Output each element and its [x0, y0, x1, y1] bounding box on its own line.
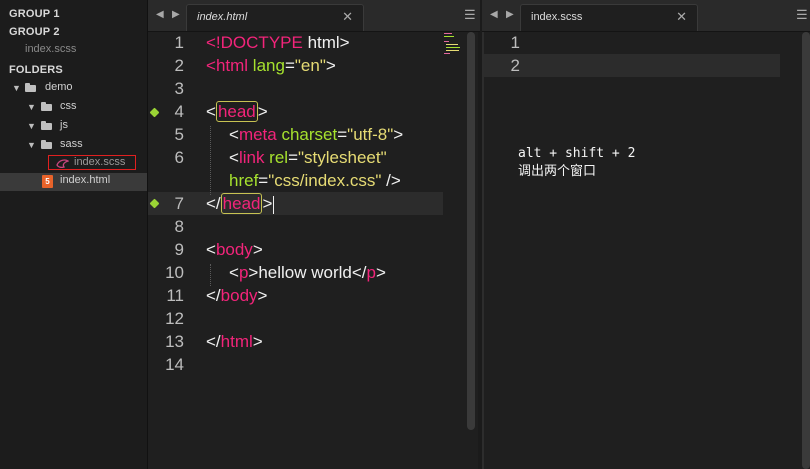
- line-number: 13: [165, 332, 184, 351]
- line-number: 2: [510, 56, 520, 75]
- tab-label: index.scss: [531, 11, 583, 23]
- tab-bar-right: ◀ ▶ index.scss ✕ ☰: [482, 0, 810, 32]
- tree-folder-css[interactable]: ▼ css: [0, 99, 147, 117]
- tree-folder-js[interactable]: ▼ js: [0, 118, 147, 136]
- expand-arrow-icon[interactable]: ▼: [27, 102, 36, 112]
- folder-icon: [41, 102, 52, 111]
- line-number: 8: [174, 217, 184, 236]
- expand-arrow-icon[interactable]: ▼: [27, 121, 36, 131]
- shortcut-note: alt + shift + 2: [518, 146, 636, 161]
- line-number: 9: [174, 240, 184, 259]
- tab-label: index.html: [197, 11, 248, 23]
- tree-label: sass: [60, 138, 83, 150]
- line-number: 1: [174, 33, 184, 52]
- expand-arrow-icon[interactable]: ▼: [27, 140, 36, 150]
- line-number: 6: [174, 148, 184, 167]
- close-icon[interactable]: ✕: [342, 9, 353, 25]
- current-line-highlight: [148, 192, 443, 215]
- folder-icon: [25, 83, 36, 92]
- annotation-highlight-box: [48, 155, 136, 170]
- group-2-header[interactable]: GROUP 2: [9, 26, 60, 38]
- code-line-10: <p>hellow world</p>: [229, 263, 386, 282]
- line-number: 11: [166, 286, 184, 305]
- line-number: 1: [510, 33, 520, 52]
- current-line-highlight: [484, 54, 780, 77]
- code-line-5: <meta charset="utf-8">: [229, 125, 404, 144]
- close-icon[interactable]: ✕: [676, 9, 687, 25]
- tab-index-html[interactable]: index.html ✕: [186, 4, 364, 31]
- code-line-4: < head >: [206, 101, 268, 122]
- tab-next-icon[interactable]: ▶: [172, 9, 180, 20]
- line-number: 10: [165, 263, 184, 282]
- line-number: 3: [174, 79, 184, 98]
- code-line-9: <body>: [206, 240, 263, 259]
- open-file-index-scss[interactable]: index.scss: [25, 43, 76, 55]
- indent-guide: [210, 264, 211, 286]
- tab-prev-icon[interactable]: ◀: [490, 9, 498, 20]
- code-line-2: <html lang="en">: [206, 56, 336, 75]
- code-line-7: </head >: [206, 193, 275, 214]
- line-number: 14: [165, 355, 184, 374]
- line-number: 12: [165, 309, 184, 328]
- tab-menu-icon[interactable]: ☰: [796, 7, 808, 23]
- code-line-6-wrap: href="css/index.css" />: [229, 171, 401, 190]
- tree-label: demo: [45, 81, 73, 93]
- tab-next-icon[interactable]: ▶: [506, 9, 514, 20]
- code-line-1: <!DOCTYPE html>: [206, 33, 350, 52]
- tree-label: js: [60, 119, 68, 131]
- line-number: 2: [174, 56, 184, 75]
- minimap[interactable]: [443, 32, 463, 72]
- folder-icon: [41, 121, 52, 130]
- sidebar: GROUP 1 GROUP 2 index.scss FOLDERS ▼ dem…: [0, 0, 148, 469]
- indent-guide: [210, 126, 211, 195]
- tree-label: css: [60, 100, 77, 112]
- expand-arrow-icon[interactable]: ▼: [12, 83, 21, 93]
- code-line-13: </html>: [206, 332, 263, 351]
- vertical-scrollbar[interactable]: [802, 32, 810, 469]
- group-1-header[interactable]: GROUP 1: [9, 8, 60, 20]
- shortcut-description: 调出两个窗口: [518, 163, 597, 178]
- tree-label: index.html: [60, 174, 111, 186]
- folder-icon: [41, 140, 52, 149]
- tree-file-index-html[interactable]: 5 index.html: [0, 173, 147, 191]
- tab-menu-icon[interactable]: ☰: [464, 7, 476, 23]
- tab-bar-left: ◀ ▶ index.html ✕ ☰: [148, 0, 480, 32]
- vertical-scrollbar[interactable]: [467, 32, 475, 430]
- text-cursor: [273, 195, 275, 214]
- folders-header: FOLDERS: [9, 64, 63, 76]
- code-line-6: <link rel="stylesheet": [229, 148, 387, 167]
- code-line-11: </body>: [206, 286, 268, 305]
- html5-file-icon: 5: [42, 175, 53, 188]
- tab-prev-icon[interactable]: ◀: [156, 9, 164, 20]
- editor-pane-right[interactable]: 1 2 alt + shift + 2 调出两个窗口: [482, 32, 810, 469]
- tab-index-scss[interactable]: index.scss ✕: [520, 4, 698, 31]
- editor-pane-left[interactable]: 1 2 3 4 5 6 7 8 9 10 11 12 13 14 <!DOCTY…: [148, 32, 478, 469]
- tree-folder-demo[interactable]: ▼ demo: [0, 80, 147, 98]
- line-number: 5: [174, 125, 184, 144]
- tree-folder-sass[interactable]: ▼ sass: [0, 137, 147, 155]
